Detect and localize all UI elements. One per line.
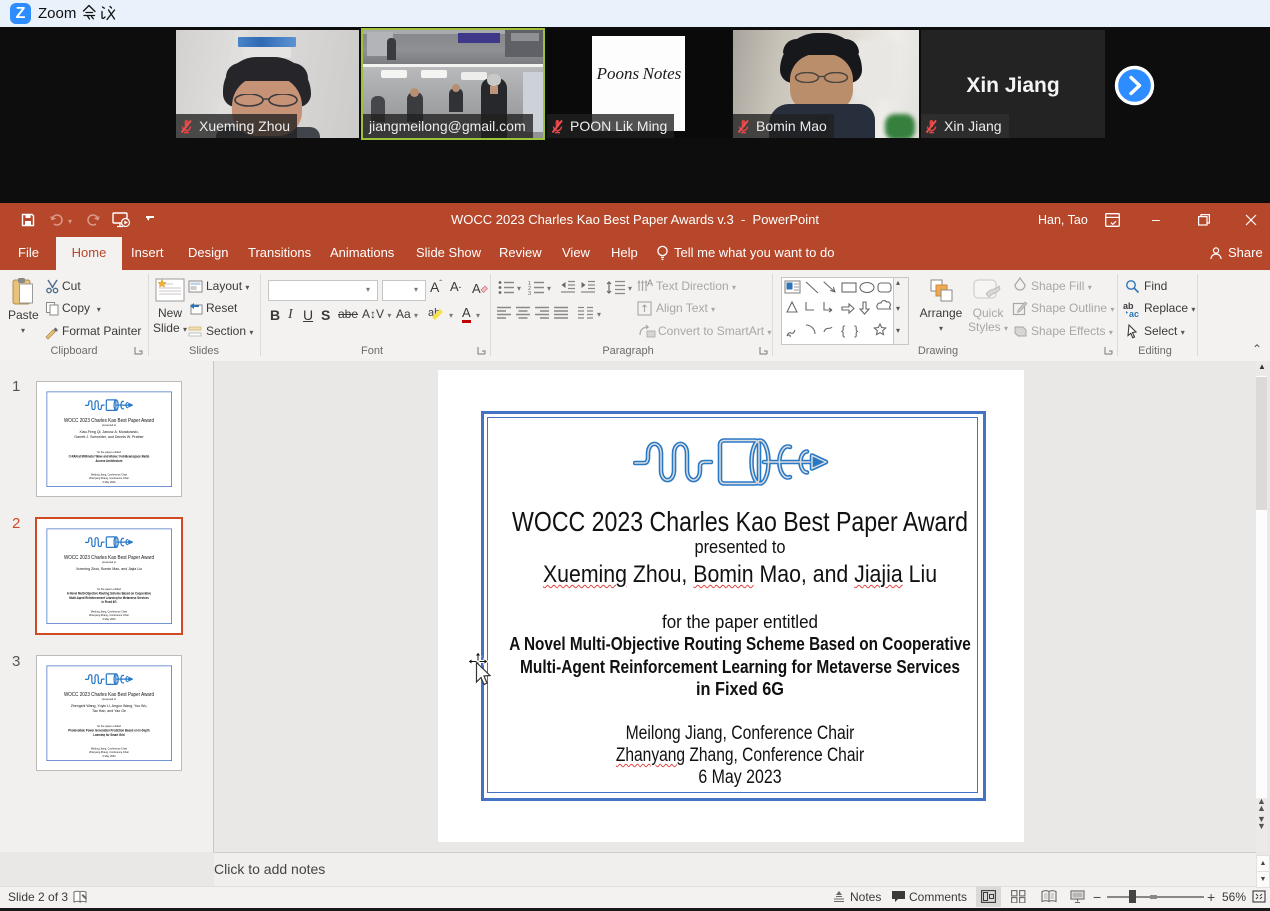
svg-text:{: {	[841, 323, 846, 338]
svg-text:}: }	[854, 323, 859, 338]
svg-text:A: A	[647, 278, 653, 288]
svg-text:ac: ac	[1129, 309, 1139, 318]
svg-text:A: A	[472, 281, 481, 296]
svg-text:3: 3	[528, 291, 531, 295]
